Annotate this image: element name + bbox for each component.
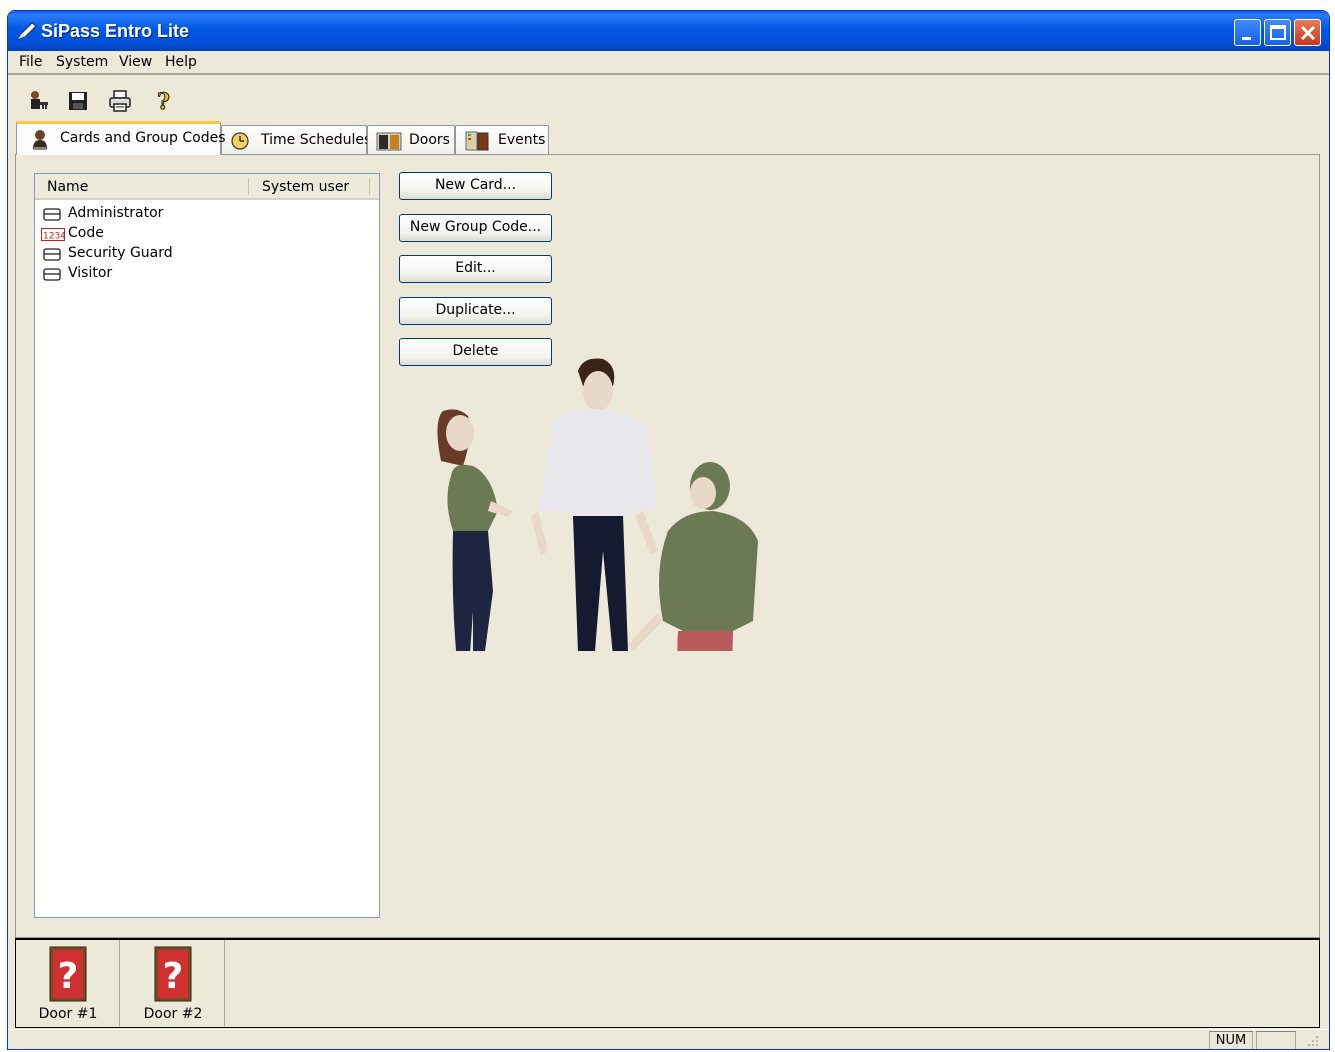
cards-list[interactable]: Name System user Administrator 1234 Code…: [34, 173, 380, 918]
minimize-button[interactable]: [1234, 19, 1261, 46]
list-header: Name System user: [35, 174, 379, 200]
door-label: Door #2: [143, 1006, 203, 1022]
door-unknown-icon: ?: [49, 946, 87, 1002]
code-badge-text: 1234: [43, 232, 65, 242]
events-icon: [465, 131, 489, 151]
main-window: SiPass Entro Lite File System View Help: [7, 10, 1330, 1050]
minimize-icon: [1242, 37, 1251, 40]
people-illustration: [437, 358, 758, 651]
list-item-name: Administrator: [68, 205, 164, 221]
door-2[interactable]: ? Door #2: [121, 940, 225, 1026]
column-name[interactable]: Name: [47, 179, 88, 195]
new-card-button[interactable]: New Card...: [399, 172, 552, 200]
title-bar[interactable]: SiPass Entro Lite: [8, 11, 1329, 51]
close-icon: [1300, 25, 1316, 41]
window-title: SiPass Entro Lite: [41, 21, 190, 41]
maximize-icon: [1270, 25, 1286, 40]
save-icon[interactable]: [66, 89, 90, 113]
resize-grip-icon[interactable]: [1306, 1034, 1320, 1048]
person-card-icon: [33, 130, 47, 150]
menu-bar: File System View Help: [8, 51, 1329, 75]
tab-time-schedules[interactable]: Time Schedules: [221, 125, 371, 155]
column-system-user[interactable]: System user: [262, 179, 349, 195]
menu-help[interactable]: Help: [165, 54, 197, 70]
card-icon: [43, 268, 61, 281]
list-item-name: Code: [68, 225, 104, 241]
help-icon[interactable]: ?: [151, 89, 175, 113]
svg-text:?: ?: [58, 956, 79, 997]
menu-file[interactable]: File: [19, 54, 42, 70]
column-separator[interactable]: [248, 178, 249, 195]
tab-label: Cards and Group Codes: [60, 130, 226, 146]
tab-doors[interactable]: Doors: [367, 125, 455, 155]
person-man: [531, 358, 658, 651]
print-icon[interactable]: [108, 89, 132, 113]
doors-bar: ? Door #1 ? Door #2: [15, 938, 1320, 1028]
list-item-name: Visitor: [68, 265, 113, 281]
list-item-name: Security Guard: [68, 245, 173, 261]
door-unknown-icon: ?: [154, 946, 192, 1002]
tab-label: Doors: [409, 132, 450, 148]
tab-label: Time Schedules: [261, 132, 372, 148]
card-icon: [43, 248, 61, 261]
status-bar: NUM: [8, 1029, 1329, 1049]
menu-view[interactable]: View: [119, 54, 152, 70]
svg-text:?: ?: [157, 89, 170, 113]
close-button[interactable]: [1294, 19, 1321, 46]
tab-events[interactable]: Events: [455, 125, 549, 155]
column-separator[interactable]: [369, 178, 370, 195]
status-pane: [1256, 1031, 1296, 1049]
clock-icon: [231, 132, 249, 150]
tab-strip: Cards and Group Codes Time Schedules Doo…: [8, 121, 1329, 155]
menu-system[interactable]: System: [56, 54, 108, 70]
tab-cards-and-group-codes[interactable]: Cards and Group Codes: [16, 121, 226, 155]
num-lock-indicator: NUM: [1209, 1031, 1253, 1049]
tab-label: Events: [498, 132, 546, 148]
person-woman: [437, 409, 513, 651]
card-icon: [43, 208, 61, 221]
svg-text:?: ?: [163, 956, 184, 997]
app-pen-icon: [16, 22, 37, 41]
door-label: Door #1: [38, 1006, 98, 1022]
user-key-icon[interactable]: [28, 89, 52, 113]
maximize-button[interactable]: [1264, 19, 1291, 46]
door-icon: [376, 132, 402, 151]
code-icon: 1234: [41, 228, 65, 241]
door-1[interactable]: ? Door #1: [16, 940, 120, 1026]
toolbar: ?: [8, 79, 1329, 121]
